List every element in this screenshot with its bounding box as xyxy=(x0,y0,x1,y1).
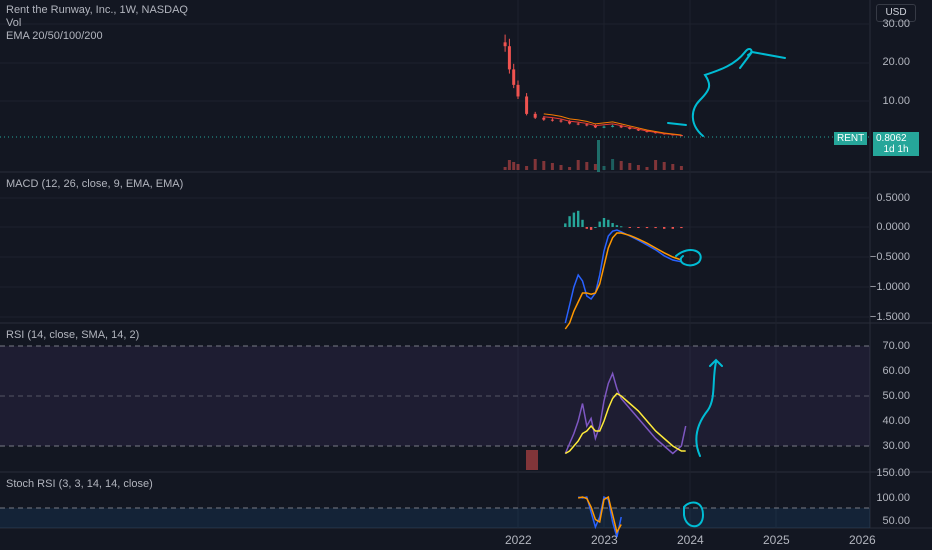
volume-bar xyxy=(654,160,658,170)
volume-bar xyxy=(525,166,529,170)
volume-bar xyxy=(507,160,511,170)
macd-histogram-bar xyxy=(680,227,683,229)
volume-bar xyxy=(619,161,623,170)
volume-bar xyxy=(585,162,589,170)
candle xyxy=(533,113,537,118)
price-pane-bg xyxy=(0,0,870,172)
volume-bar xyxy=(559,165,563,170)
macd-histogram-bar xyxy=(589,227,593,230)
rsi-oversold-fill xyxy=(526,450,538,470)
macd-histogram-bar xyxy=(611,223,614,227)
stoch-band xyxy=(0,508,870,528)
macd-histogram-bar xyxy=(671,227,674,229)
y-tick-label: 40.00 xyxy=(882,415,910,427)
stoch-rsi-pane-label: Stoch RSI (3, 3, 14, 14, close) xyxy=(6,478,153,490)
macd-histogram-bar xyxy=(637,227,640,228)
rsi-pane-label: RSI (14, close, SMA, 14, 2) xyxy=(6,329,140,341)
volume-label: Vol xyxy=(6,17,22,29)
x-tick-label: 2025 xyxy=(763,533,790,547)
volume-bar xyxy=(516,164,520,170)
annotation-circle xyxy=(675,248,702,267)
macd-histogram-bar xyxy=(654,227,657,229)
y-tick-label: 60.00 xyxy=(882,365,910,377)
macd-histogram-bar xyxy=(581,219,584,227)
volume-bar xyxy=(503,167,507,170)
candle xyxy=(516,84,520,97)
macd-histogram-bar xyxy=(598,221,601,227)
y-tick-label: 30.00 xyxy=(882,440,910,452)
bar-countdown-tag: 1d 1h xyxy=(873,143,919,156)
candle xyxy=(576,123,580,125)
y-tick-label: 10.00 xyxy=(882,95,910,107)
volume-spike xyxy=(597,140,600,172)
volume-bar xyxy=(662,162,666,170)
candle xyxy=(542,117,546,120)
volume-bar xyxy=(636,165,640,170)
chart-title: Rent the Runway, Inc., 1W, NASDAQ xyxy=(6,4,188,16)
macd-histogram-bar xyxy=(628,227,631,228)
volume-bar xyxy=(512,162,516,170)
candle xyxy=(568,121,572,124)
candle xyxy=(585,124,589,126)
volume-bar xyxy=(533,159,537,170)
macd-histogram-bar xyxy=(577,210,580,227)
y-tick-label: 100.00 xyxy=(876,492,910,504)
volume-bar xyxy=(550,163,554,170)
macd-histogram-bar xyxy=(663,227,666,229)
volume-bar xyxy=(679,166,683,170)
y-tick-label: 20.00 xyxy=(882,56,910,68)
y-tick-label: 70.00 xyxy=(882,340,910,352)
candle xyxy=(512,69,516,85)
candle xyxy=(559,120,563,122)
macd-histogram-bar xyxy=(564,223,567,227)
candle xyxy=(503,42,507,47)
volume-bar xyxy=(568,167,572,170)
y-tick-label: −1.0000 xyxy=(869,281,910,293)
ema-label: EMA 20/50/100/200 xyxy=(6,30,103,42)
y-tick-label: 150.00 xyxy=(876,467,910,479)
y-tick-label: −0.5000 xyxy=(869,251,910,263)
macd-histogram-bar xyxy=(607,219,610,227)
y-tick-label: 0.5000 xyxy=(876,192,910,204)
macd-histogram-bar xyxy=(594,227,597,228)
y-tick-label: −1.5000 xyxy=(869,311,910,323)
macd-histogram-bar xyxy=(602,218,606,227)
macd-histogram-bar xyxy=(585,227,588,229)
candle xyxy=(525,96,529,114)
macd-histogram-bar xyxy=(620,226,623,228)
volume-bar xyxy=(593,164,597,170)
y-tick-label: 0.0000 xyxy=(876,221,910,233)
symbol-tag: RENT xyxy=(834,132,868,145)
macd-histogram-bar xyxy=(568,216,571,227)
x-tick-label: 2022 xyxy=(505,533,532,547)
volume-bar xyxy=(611,159,615,170)
macd-histogram-bar xyxy=(615,225,619,227)
candle xyxy=(507,46,511,70)
volume-bar xyxy=(542,161,546,170)
x-tick-label: 2023 xyxy=(591,533,618,547)
x-tick-label: 2026 xyxy=(849,533,876,547)
candle xyxy=(550,119,554,121)
macd-histogram-bar xyxy=(645,227,649,229)
volume-bar xyxy=(628,163,632,170)
macd-pane-label: MACD (12, 26, close, 9, EMA, EMA) xyxy=(6,178,184,190)
y-tick-label: 50.00 xyxy=(882,515,910,527)
volume-bar xyxy=(645,167,649,170)
x-tick-label: 2024 xyxy=(677,533,704,547)
volume-bar xyxy=(671,164,675,170)
y-tick-label: 50.00 xyxy=(882,390,910,402)
volume-bar xyxy=(576,160,580,170)
chart-canvas[interactable] xyxy=(0,0,932,550)
candle xyxy=(602,126,606,128)
volume-bar xyxy=(602,166,606,170)
macd-histogram-bar xyxy=(572,212,576,227)
candle xyxy=(611,125,615,127)
macd-line xyxy=(564,229,682,324)
y-tick-label: 30.00 xyxy=(882,18,910,30)
